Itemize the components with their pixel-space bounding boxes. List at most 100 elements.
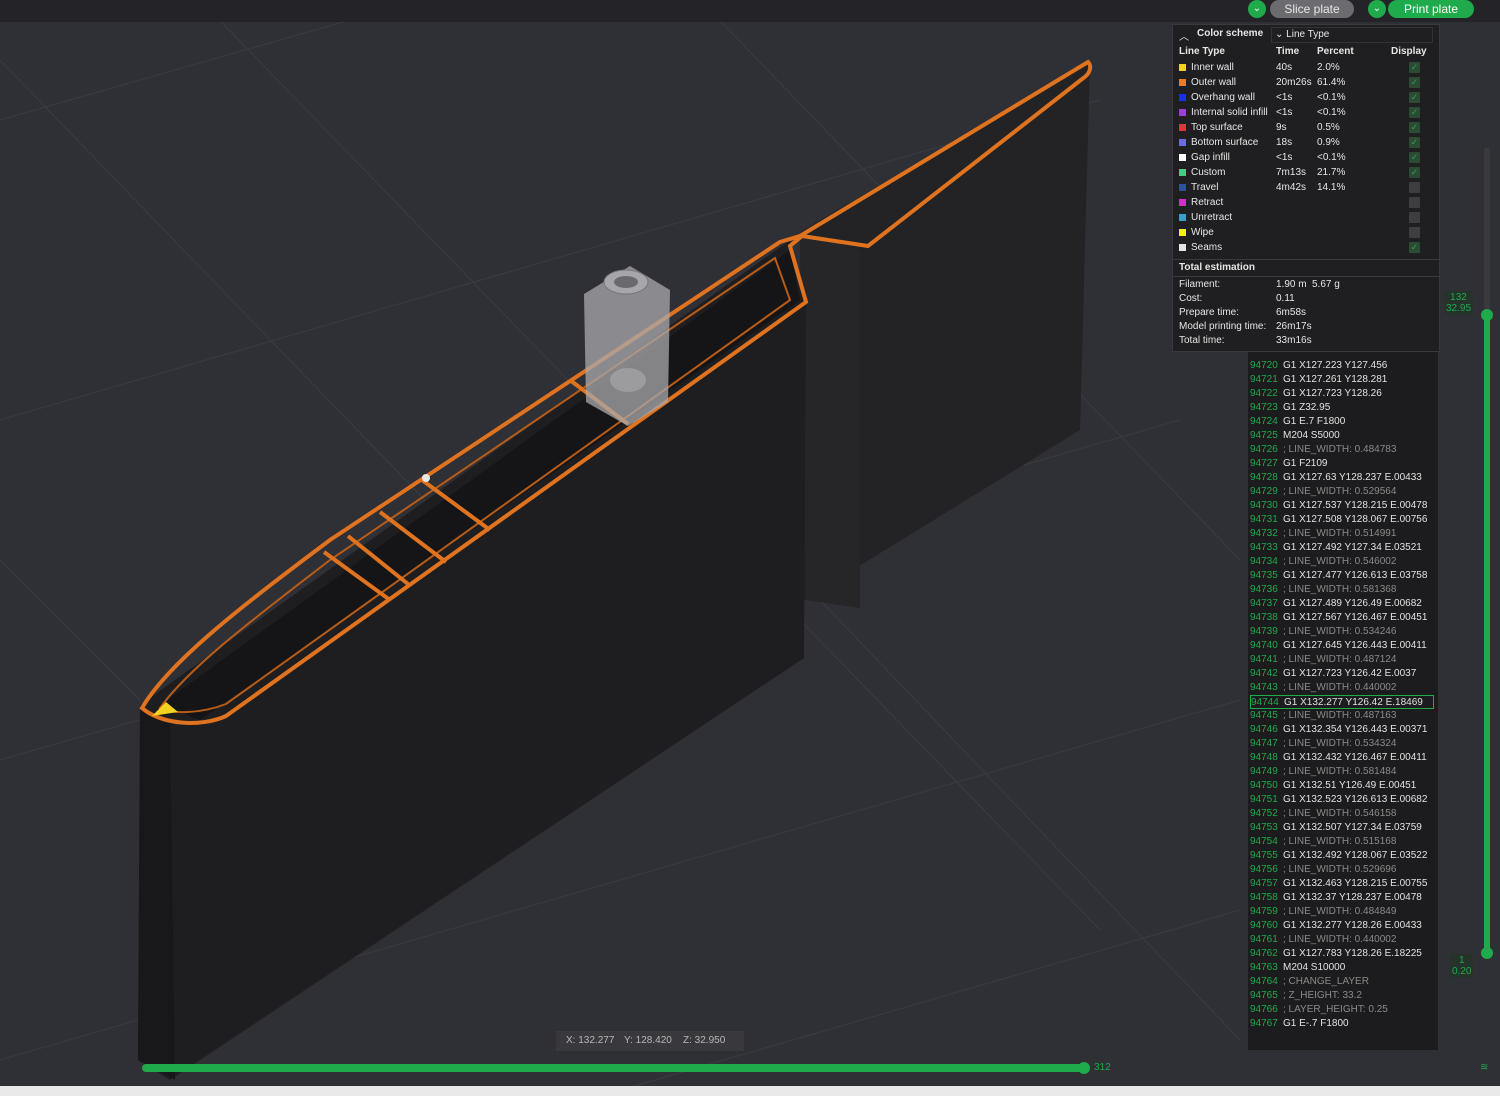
display-checkbox[interactable]: [1409, 227, 1420, 238]
gcode-line-number: 94753: [1250, 822, 1278, 833]
gcode-line[interactable]: 94737 G1 X127.489 Y126.49 E.00682: [1250, 597, 1434, 611]
gcode-line[interactable]: 94736 ; LINE_WIDTH: 0.581368: [1250, 583, 1434, 597]
gcode-line[interactable]: 94760 G1 X132.277 Y128.26 E.00433: [1250, 919, 1434, 933]
gcode-line[interactable]: 94765 ; Z_HEIGHT: 33.2: [1250, 989, 1434, 1003]
gcode-line[interactable]: 94740 G1 X127.645 Y126.443 E.00411: [1250, 639, 1434, 653]
gcode-line[interactable]: 94767 G1 E-.7 F1800: [1250, 1017, 1434, 1031]
slice-plate-button[interactable]: Slice plate: [1270, 0, 1354, 18]
gcode-line-number: 94765: [1250, 990, 1278, 1001]
bottom-layer-number: 1: [1458, 955, 1465, 966]
color-swatch: [1179, 229, 1186, 236]
gcode-line-text: ; LAYER_HEIGHT: 0.25: [1283, 1004, 1388, 1015]
header-percent: Percent: [1317, 46, 1354, 57]
gcode-line[interactable]: 94745 ; LINE_WIDTH: 0.487163: [1250, 709, 1434, 723]
gcode-line[interactable]: 94766 ; LAYER_HEIGHT: 0.25: [1250, 1003, 1434, 1017]
gcode-line[interactable]: 94729 ; LINE_WIDTH: 0.529564: [1250, 485, 1434, 499]
legend-row: Wipe: [1173, 225, 1439, 240]
display-checkbox-checked[interactable]: ✓: [1409, 152, 1420, 163]
gcode-line[interactable]: 94743 ; LINE_WIDTH: 0.440002: [1250, 681, 1434, 695]
display-checkbox-checked[interactable]: ✓: [1409, 92, 1420, 103]
gcode-line[interactable]: 94724 G1 E.7 F1800: [1250, 415, 1434, 429]
gcode-line[interactable]: 94759 ; LINE_WIDTH: 0.484849: [1250, 905, 1434, 919]
gcode-line[interactable]: 94758 G1 X132.37 Y128.237 E.00478: [1250, 891, 1434, 905]
gcode-line[interactable]: 94756 ; LINE_WIDTH: 0.529696: [1250, 863, 1434, 877]
gcode-line[interactable]: 94757 G1 X132.463 Y128.215 E.00755: [1250, 877, 1434, 891]
gcode-line[interactable]: 94727 G1 F2109: [1250, 457, 1434, 471]
display-checkbox-checked[interactable]: ✓: [1409, 167, 1420, 178]
gcode-line[interactable]: 94741 ; LINE_WIDTH: 0.487124: [1250, 653, 1434, 667]
gcode-line[interactable]: 94762 G1 X127.783 Y128.26 E.18225: [1250, 947, 1434, 961]
color-swatch: [1179, 244, 1186, 251]
move-slider-thumb[interactable]: [1078, 1062, 1090, 1074]
display-checkbox-checked[interactable]: ✓: [1409, 122, 1420, 133]
gcode-line[interactable]: 94735 G1 X127.477 Y126.613 E.03758: [1250, 569, 1434, 583]
gcode-line[interactable]: 94739 ; LINE_WIDTH: 0.534246: [1250, 625, 1434, 639]
display-checkbox[interactable]: [1409, 197, 1420, 208]
gcode-line[interactable]: 94722 G1 X127.723 Y128.26: [1250, 387, 1434, 401]
gcode-line[interactable]: 94734 ; LINE_WIDTH: 0.546002: [1250, 555, 1434, 569]
display-checkbox[interactable]: [1409, 212, 1420, 223]
estimation-value: 6m58s: [1276, 307, 1307, 318]
gcode-line-number: 94736: [1250, 584, 1278, 595]
gcode-line-text: G1 X132.432 Y126.467 E.00411: [1283, 752, 1427, 763]
move-slider-track[interactable]: [142, 1064, 1084, 1072]
gcode-line[interactable]: 94742 G1 X127.723 Y126.42 E.0037: [1250, 667, 1434, 681]
estimation-label: Cost:: [1179, 293, 1203, 304]
gcode-line-text: G1 X127.477 Y126.613 E.03758: [1283, 570, 1428, 581]
gcode-line[interactable]: 94761 ; LINE_WIDTH: 0.440002: [1250, 933, 1434, 947]
gcode-line[interactable]: 94763 M204 S10000: [1250, 961, 1434, 975]
display-checkbox-checked[interactable]: ✓: [1409, 62, 1420, 73]
gcode-line[interactable]: 94732 ; LINE_WIDTH: 0.514991: [1250, 527, 1434, 541]
gcode-line-number: 94745: [1250, 710, 1278, 721]
gcode-viewer[interactable]: 94720 G1 X127.223 Y127.456 94721 G1 X127.26…: [1248, 352, 1438, 1050]
gcode-line[interactable]: 94750 G1 X132.51 Y126.49 E.00451: [1250, 779, 1434, 793]
gcode-line[interactable]: 94746 G1 X132.354 Y126.443 E.00371: [1250, 723, 1434, 737]
gcode-line[interactable]: 94720 G1 X127.223 Y127.456: [1250, 359, 1434, 373]
gcode-line-selected[interactable]: 94744 G1 X132.277 Y126.42 E.18469: [1250, 695, 1434, 709]
divider: [1173, 259, 1439, 260]
gcode-line[interactable]: 94754 ; LINE_WIDTH: 0.515168: [1250, 835, 1434, 849]
gcode-line-text: G1 X127.63 Y128.237 E.00433: [1283, 472, 1422, 483]
bottom-layer-height: 0.20: [1452, 966, 1472, 977]
collapse-legend-icon[interactable]: ︿: [1179, 28, 1189, 43]
estimation-row: Prepare time: 6m58s: [1179, 306, 1439, 320]
gcode-line[interactable]: 94755 G1 X132.492 Y128.067 E.03522: [1250, 849, 1434, 863]
layers-icon[interactable]: ≋: [1480, 1062, 1488, 1073]
gcode-line[interactable]: 94738 G1 X127.567 Y126.467 E.00451: [1250, 611, 1434, 625]
gcode-line[interactable]: 94753 G1 X132.507 Y127.34 E.03759: [1250, 821, 1434, 835]
gcode-line-number: 94738: [1250, 612, 1278, 623]
gcode-line[interactable]: 94749 ; LINE_WIDTH: 0.581484: [1250, 765, 1434, 779]
display-checkbox-checked[interactable]: ✓: [1409, 137, 1420, 148]
gcode-line[interactable]: 94723 G1 Z32.95: [1250, 401, 1434, 415]
gcode-line[interactable]: 94733 G1 X127.492 Y127.34 E.03521: [1250, 541, 1434, 555]
gcode-line[interactable]: 94728 G1 X127.63 Y128.237 E.00433: [1250, 471, 1434, 485]
estimation-row: Cost: 0.11: [1179, 292, 1439, 306]
gcode-line[interactable]: 94725 M204 S5000: [1250, 429, 1434, 443]
gcode-line[interactable]: 94764 ; CHANGE_LAYER: [1250, 975, 1434, 989]
color-swatch: [1179, 169, 1186, 176]
line-type-time: 7m13s: [1276, 167, 1307, 178]
legend-column-headers: Line Type Time Percent Display: [1173, 44, 1439, 59]
slice-dropdown-icon[interactable]: ⌄: [1248, 0, 1266, 18]
gcode-line[interactable]: 94731 G1 X127.508 Y128.067 E.00756: [1250, 513, 1434, 527]
layer-slider-bottom-thumb[interactable]: [1481, 947, 1493, 959]
line-type-percent: 61.4%: [1317, 77, 1346, 88]
display-checkbox-checked[interactable]: ✓: [1409, 242, 1420, 253]
gcode-line[interactable]: 94721 G1 X127.261 Y128.281: [1250, 373, 1434, 387]
gcode-line[interactable]: 94751 G1 X132.523 Y126.613 E.00682: [1250, 793, 1434, 807]
layer-slider-top-thumb[interactable]: [1481, 309, 1493, 321]
gcode-line[interactable]: 94748 G1 X132.432 Y126.467 E.00411: [1250, 751, 1434, 765]
color-scheme-select[interactable]: ⌄ Line Type: [1271, 27, 1433, 43]
gcode-line[interactable]: 94752 ; LINE_WIDTH: 0.546158: [1250, 807, 1434, 821]
gcode-line[interactable]: 94730 G1 X127.537 Y128.215 E.00478: [1250, 499, 1434, 513]
gcode-line[interactable]: 94726 ; LINE_WIDTH: 0.484783: [1250, 443, 1434, 457]
gcode-line-text: G1 X127.567 Y126.467 E.00451: [1283, 612, 1428, 623]
display-checkbox[interactable]: [1409, 182, 1420, 193]
gcode-line[interactable]: 94747 ; LINE_WIDTH: 0.534324: [1250, 737, 1434, 751]
gcode-line-text: ; Z_HEIGHT: 33.2: [1283, 990, 1362, 1001]
print-plate-button[interactable]: Print plate: [1388, 0, 1474, 18]
gcode-line-number: 94732: [1250, 528, 1278, 539]
display-checkbox-checked[interactable]: ✓: [1409, 77, 1420, 88]
print-dropdown-icon[interactable]: ⌄: [1368, 0, 1386, 18]
display-checkbox-checked[interactable]: ✓: [1409, 107, 1420, 118]
